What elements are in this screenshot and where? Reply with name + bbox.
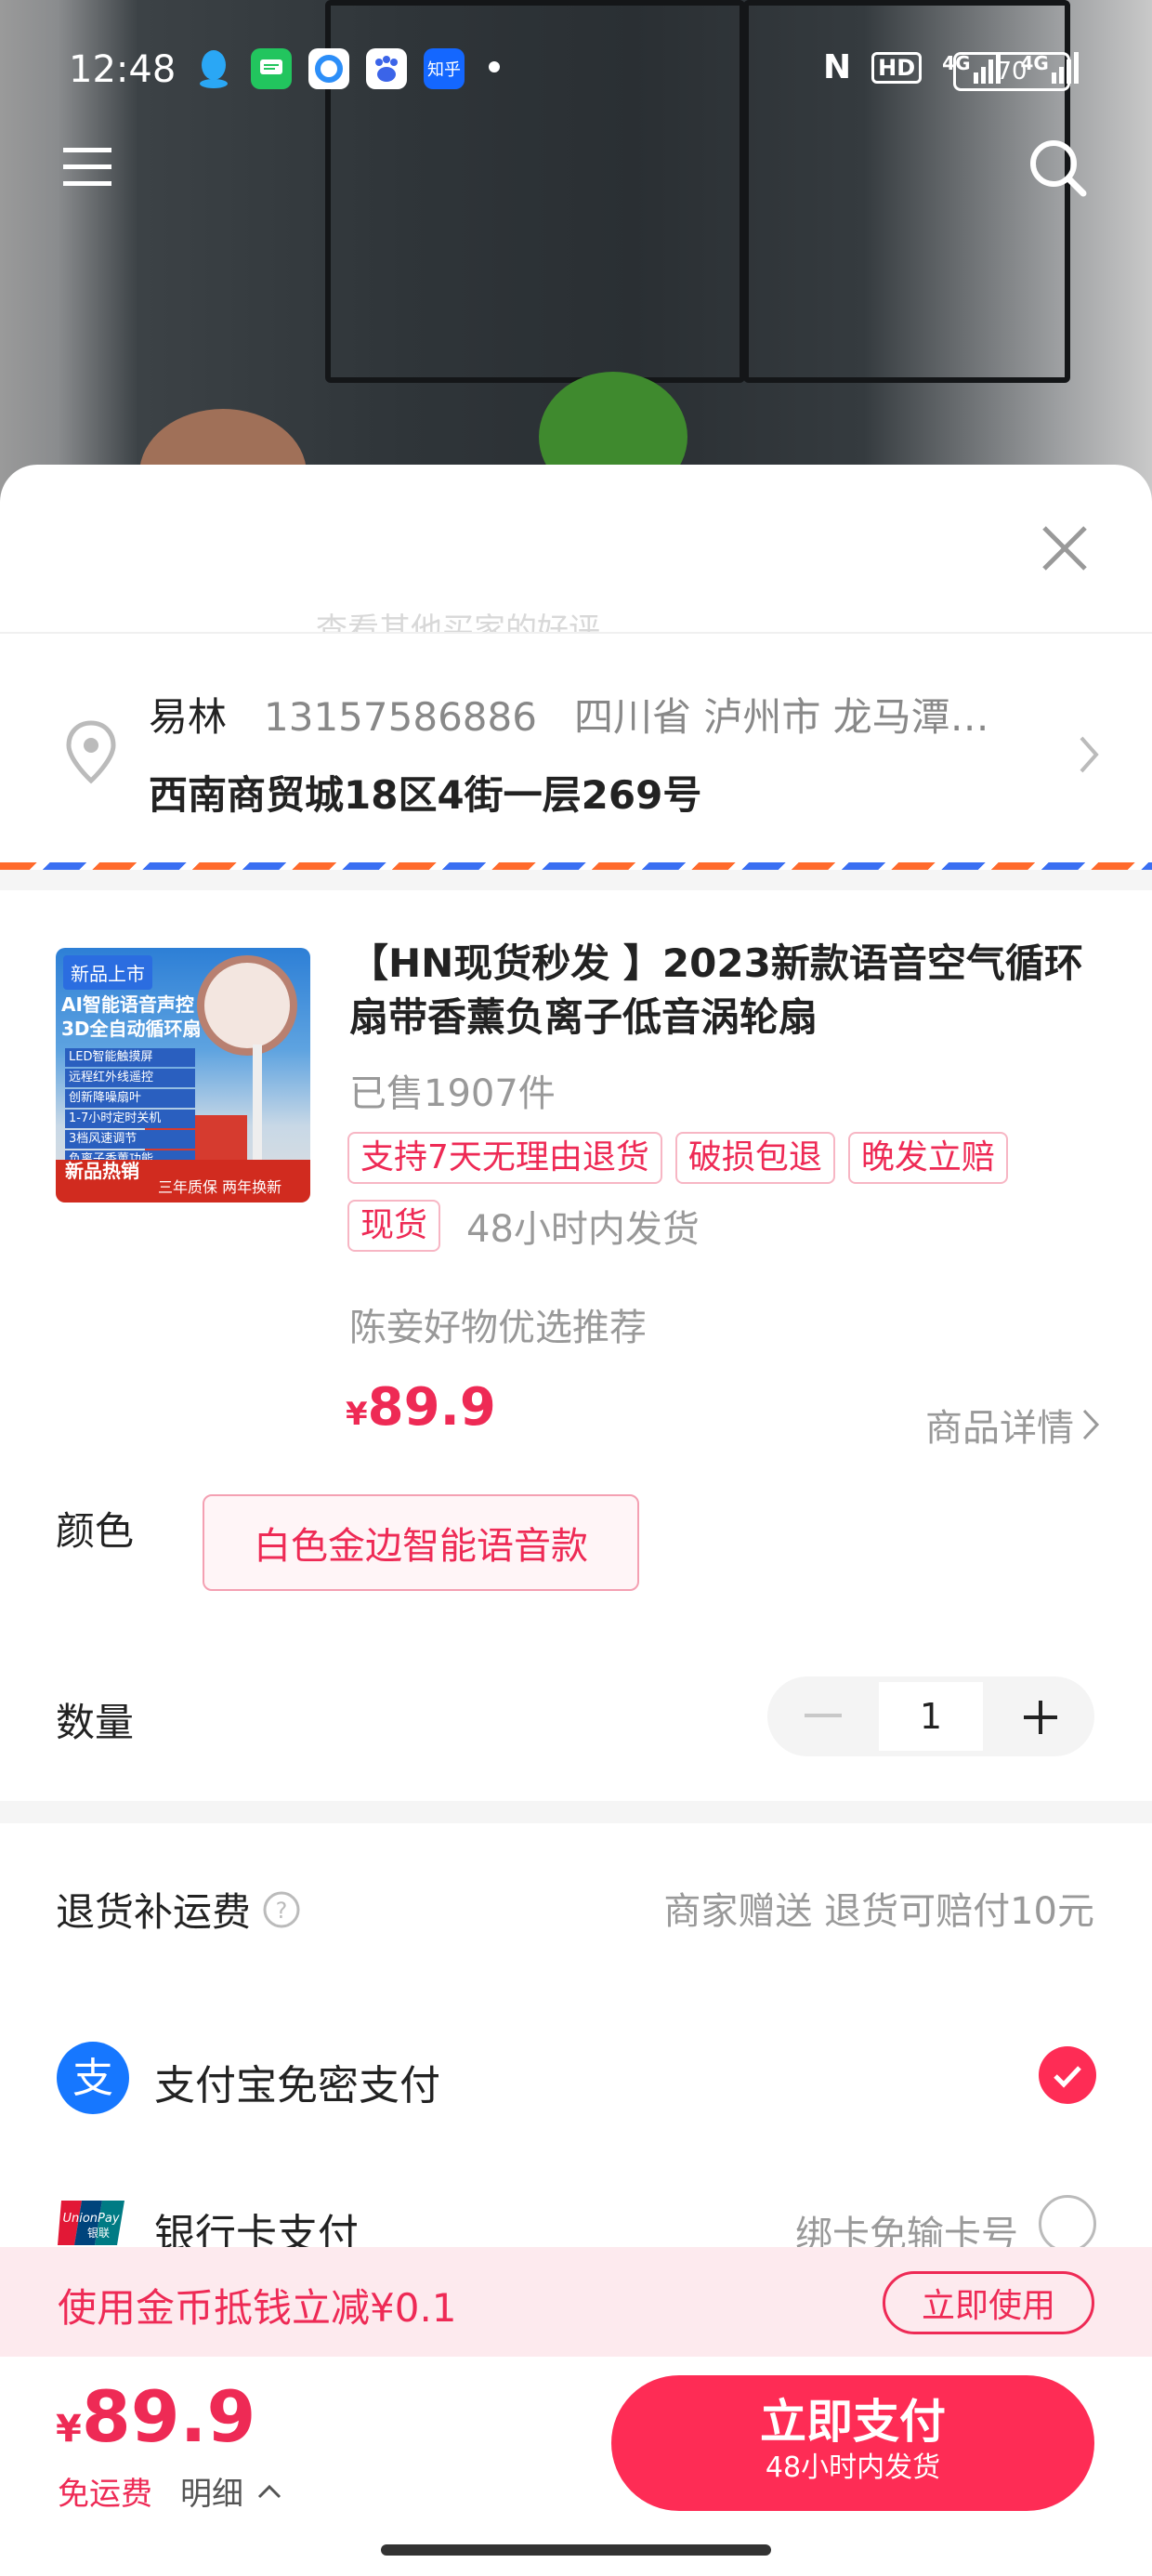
svg-text:银联: 银联	[87, 2227, 110, 2240]
clock: 12:48	[69, 48, 177, 91]
price-detail-toggle[interactable]: 明细	[180, 2468, 282, 2514]
unionpay-icon: UnionPay 银联	[56, 2199, 126, 2251]
total-price: ¥89.9	[56, 2375, 255, 2458]
radio-unchecked-icon[interactable]	[1039, 2195, 1096, 2253]
quantity-label: 数量	[56, 1700, 135, 1745]
shipping-address[interactable]: 易林 13157586886 四川省 泸州市 龙马潭… 西南商贸城18区4街一层26…	[0, 632, 1152, 818]
color-option-selected[interactable]: 白色金边智能语音款	[203, 1494, 639, 1591]
address-detail: 西南商贸城18区4街一层269号	[149, 772, 702, 818]
browser-icon	[308, 48, 349, 89]
help-icon[interactable]: ?	[262, 1890, 301, 1929]
battery-icon: 70	[953, 52, 1070, 91]
service-tag: 晚发立赔	[847, 1132, 1008, 1184]
zhihu-icon: 知乎	[424, 48, 465, 89]
minus-icon[interactable]	[805, 1714, 842, 1717]
radio-checked-icon[interactable]	[1039, 2046, 1096, 2104]
pay-now-label: 立即支付	[760, 2395, 946, 2449]
product-price: ¥89.9	[346, 1377, 496, 1438]
service-tags: 支持7天无理由退货 破损包退 晚发立赔 现货 48小时内发货	[347, 1132, 1091, 1253]
return-shipping-value: 商家赠送 退货可赔付10元	[663, 1890, 1094, 1933]
coin-discount-bar: 使用金币抵钱立减¥0.1 立即使用	[0, 2247, 1152, 2357]
ship-time-note: 48小时内发货	[466, 1208, 700, 1251]
price-detail-label: 明细	[180, 2476, 243, 2513]
nfc-icon: N	[823, 48, 852, 86]
guarantee-label: 三年质保 两年换新	[158, 1178, 282, 1196]
product-image[interactable]: 新品上市 AI智能语音声控 3D全自动循环扇 LED智能触摸屏 远程红外线遥控 …	[56, 948, 310, 1203]
service-tag: 破损包退	[674, 1132, 835, 1184]
plus-icon[interactable]	[1022, 1699, 1059, 1736]
coin-discount-text: 使用金币抵钱立减¥0.1	[58, 2285, 457, 2331]
thumb-bullet: LED智能触摸屏	[65, 1048, 195, 1067]
currency-symbol: ¥	[346, 1396, 368, 1433]
alipay-icon: 支	[56, 2041, 130, 2119]
baidu-icon	[366, 48, 407, 89]
recipient-name: 易林	[149, 694, 228, 740]
address-envelope-border	[0, 862, 1152, 870]
location-pin-icon	[63, 719, 119, 788]
thumb-headline: AI智能语音声控 3D全自动循环扇	[61, 993, 202, 1040]
divider	[0, 870, 1152, 890]
return-shipping-row: 退货补运费 ?	[56, 1881, 301, 1938]
thumb-bullet: 创新降噪扇叶	[65, 1089, 195, 1108]
total-value: 89.9	[81, 2375, 256, 2458]
chevron-up-icon	[257, 2484, 281, 2498]
chevron-right-icon	[1082, 1409, 1100, 1440]
svg-text:UnionPay: UnionPay	[62, 2212, 119, 2226]
checkout-sheet: 查看其他买家的好评 易林 13157586886 四川省 泸州市 龙马潭… 西南商贸…	[0, 465, 1152, 2576]
chevron-right-icon	[1078, 734, 1100, 779]
product-title: 【HN现货秒发 】2023新款语音空气循环扇带香薰负离子低音涡轮扇	[349, 940, 1083, 1040]
divider	[0, 1801, 1152, 1823]
thumb-bullets: LED智能触摸屏 远程红外线遥控 创新降噪扇叶 1-7小时定时关机 3档风速调节…	[65, 1048, 195, 1171]
hot-banner: 新品热销 三年质保 两年换新	[56, 1160, 310, 1203]
stock-tag: 现货	[347, 1200, 441, 1252]
hd-icon: HD	[871, 51, 923, 84]
free-shipping-label: 免运费	[58, 2476, 152, 2513]
address-contact: 易林 13157586886 四川省 泸州市 龙马潭…	[149, 686, 1022, 743]
currency-symbol: ¥	[56, 2408, 82, 2451]
pay-now-sublabel: 48小时内发货	[765, 2451, 941, 2484]
detail-link-label: 商品详情	[925, 1407, 1074, 1450]
sold-count: 已售1907件	[349, 1072, 556, 1115]
recipient-area: 四川省 泸州市 龙马潭…	[573, 694, 989, 740]
thumb-bullet: 1-7小时定时关机	[65, 1110, 195, 1128]
recipient-phone: 13157586886	[264, 694, 537, 740]
shop-recommend: 陈妾好物优选推荐	[349, 1307, 647, 1349]
quantity-value[interactable]: 1	[879, 1682, 983, 1751]
notification-icons: 知乎	[193, 48, 465, 89]
return-shipping-label: 退货补运费	[56, 1889, 252, 1935]
menu-icon[interactable]	[50, 130, 124, 204]
fan-stand-graphic	[253, 1045, 262, 1165]
more-notifications-dot	[489, 61, 500, 72]
message-icon	[251, 48, 292, 89]
pay-option-alipay[interactable]: 支 支付宝免密支付	[56, 2041, 1096, 2115]
use-coins-button[interactable]: 立即使用	[883, 2271, 1094, 2334]
thumb-bullet: 远程红外线遥控	[65, 1069, 195, 1087]
price-value: 89.9	[367, 1377, 496, 1438]
pay-option-label: 支付宝免密支付	[154, 2062, 440, 2109]
new-badge: 新品上市	[63, 955, 152, 990]
hot-label: 新品热销	[65, 1160, 139, 1182]
qq-icon	[193, 48, 234, 89]
thumb-bullet: 3档风速调节	[65, 1130, 195, 1149]
bottom-pay-bar: ¥89.9 免运费 明细 立即支付 48小时内发货	[0, 2357, 1152, 2576]
quantity-stepper: 1	[767, 1676, 1094, 1756]
close-icon[interactable]	[1035, 519, 1094, 578]
service-tag: 支持7天无理由退货	[347, 1132, 662, 1184]
svg-text:支: 支	[72, 2055, 113, 2102]
search-icon[interactable]	[1020, 130, 1094, 204]
color-label: 颜色	[56, 1508, 135, 1554]
pay-now-button[interactable]: 立即支付 48小时内发货	[611, 2375, 1094, 2511]
product-detail-link[interactable]: 商品详情	[925, 1398, 1100, 1452]
home-indicator[interactable]	[381, 2544, 771, 2556]
status-bar: 12:48 知乎 N HD 4G 4G 70	[0, 0, 1152, 139]
svg-text:?: ?	[276, 1898, 288, 1924]
